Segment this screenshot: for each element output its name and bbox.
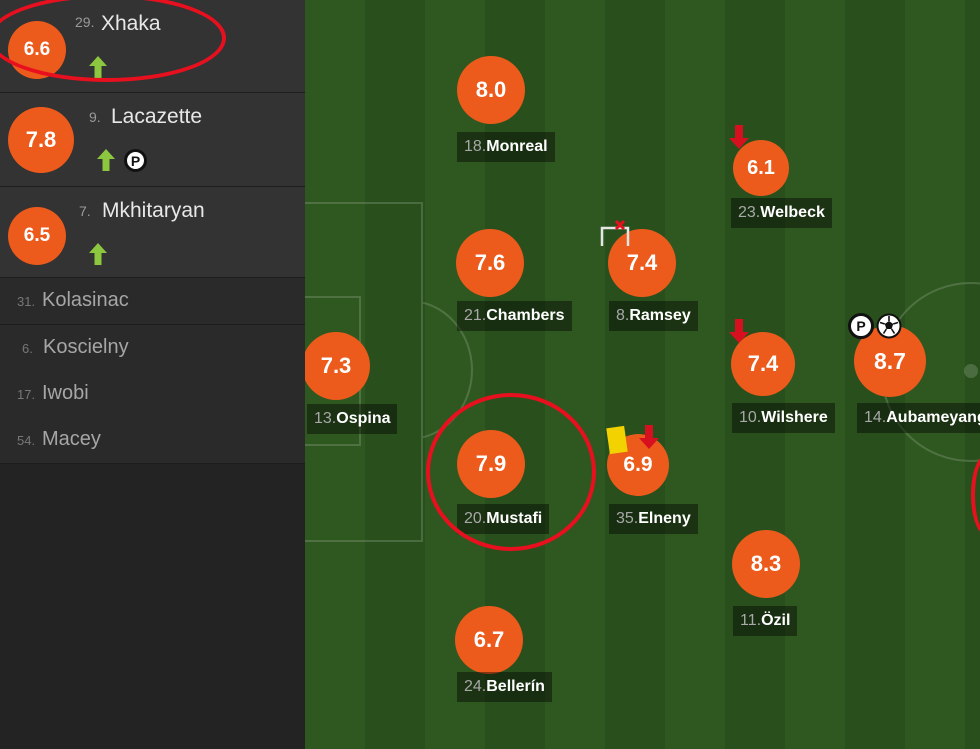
player-name: Aubameyang (886, 409, 980, 426)
player-label: 24.Bellerín (457, 672, 552, 702)
player-name: Ramsey (629, 307, 691, 324)
player-label: 13.Ospina (307, 404, 398, 434)
player-number: 13. (314, 410, 337, 427)
rating-badge: 7.8 (8, 107, 74, 173)
rating-badge: 6.7 (455, 606, 523, 674)
player-number: 23. (738, 204, 761, 221)
penalty-goal-icon: P (848, 313, 874, 339)
player-number: 18. (464, 138, 487, 155)
yellow-card-icon (606, 425, 628, 455)
player-number: 31. (17, 294, 36, 309)
player-number: 11. (740, 612, 762, 629)
player-label: 35.Elneny (609, 504, 698, 534)
player-label: 21.Chambers (457, 301, 572, 331)
player-label: 10.Wilshere (732, 403, 835, 433)
pitch: 7.3 13.Ospina 8.0 18.Monreal 7.6 21.Cham… (305, 0, 980, 749)
penalty-goal-icon: P (124, 149, 147, 172)
sub-out-arrow-icon (729, 319, 749, 343)
player-number: 17. (17, 387, 36, 402)
player-number: 9. (89, 109, 101, 125)
player-name: Elneny (638, 510, 691, 527)
player-number: 6. (22, 341, 33, 356)
substitute-row[interactable]: 6.5 7. Mkhitaryan (0, 187, 305, 278)
player-name: Koscielny (43, 336, 129, 358)
bench-row[interactable]: 31. Kolasinac (0, 278, 305, 325)
rating-badge: 8.3 (732, 530, 800, 598)
sub-in-arrow-icon (97, 149, 115, 171)
sub-out-arrow-icon (729, 125, 749, 149)
player-name: Kolasinac (42, 289, 129, 311)
sub-out-arrow-icon (639, 425, 659, 449)
player-name: Iwobi (42, 382, 89, 404)
player-number: 10. (739, 409, 762, 426)
player-name: Ospina (336, 410, 391, 427)
player-name: Bellerín (486, 678, 545, 695)
player-label: 8.Ramsey (609, 301, 698, 331)
player-name: Monreal (486, 138, 548, 155)
player-number: 21. (464, 307, 487, 324)
player-number: 8. (616, 307, 630, 324)
player-name: Özil (761, 612, 791, 629)
player-label: 23.Welbeck (731, 198, 832, 228)
highlight-ring (426, 393, 596, 551)
substitutes-panel: 6.6 29. Xhaka 7.8 9. Lacazette P 6.5 7. … (0, 0, 305, 749)
player-number: 14. (864, 409, 887, 426)
player-name: Macey (42, 428, 101, 450)
bench-row[interactable]: 54. Macey (0, 417, 305, 464)
rating-badge: 7.3 (305, 332, 370, 400)
missed-shot-goal-icon (600, 219, 630, 246)
opponent-marker (971, 455, 980, 535)
player-number: 54. (17, 433, 36, 448)
bench-row[interactable]: 6. Koscielny (0, 325, 305, 372)
player-name: Lacazette (111, 105, 203, 128)
player-number: 24. (464, 678, 487, 695)
player-label: 11.Özil (733, 606, 798, 636)
rating-badge: 8.0 (457, 56, 525, 124)
player-name: Mkhitaryan (102, 199, 205, 222)
bench-row[interactable]: 17. Iwobi (0, 371, 305, 418)
player-label: 18.Monreal (457, 132, 555, 162)
rating-badge: 7.6 (456, 229, 524, 297)
player-name: Welbeck (760, 204, 825, 221)
center-spot (964, 364, 978, 378)
player-label: 14.Aubameyang (857, 403, 980, 433)
player-name: Chambers (486, 307, 565, 324)
substitute-row[interactable]: 7.8 9. Lacazette P (0, 93, 305, 187)
player-number: 35. (616, 510, 639, 527)
sub-in-arrow-icon (89, 243, 107, 265)
rating-badge: 6.5 (8, 207, 66, 265)
player-number: 7. (79, 203, 91, 219)
goal-ball-icon (876, 313, 902, 339)
player-name: Wilshere (761, 409, 828, 426)
